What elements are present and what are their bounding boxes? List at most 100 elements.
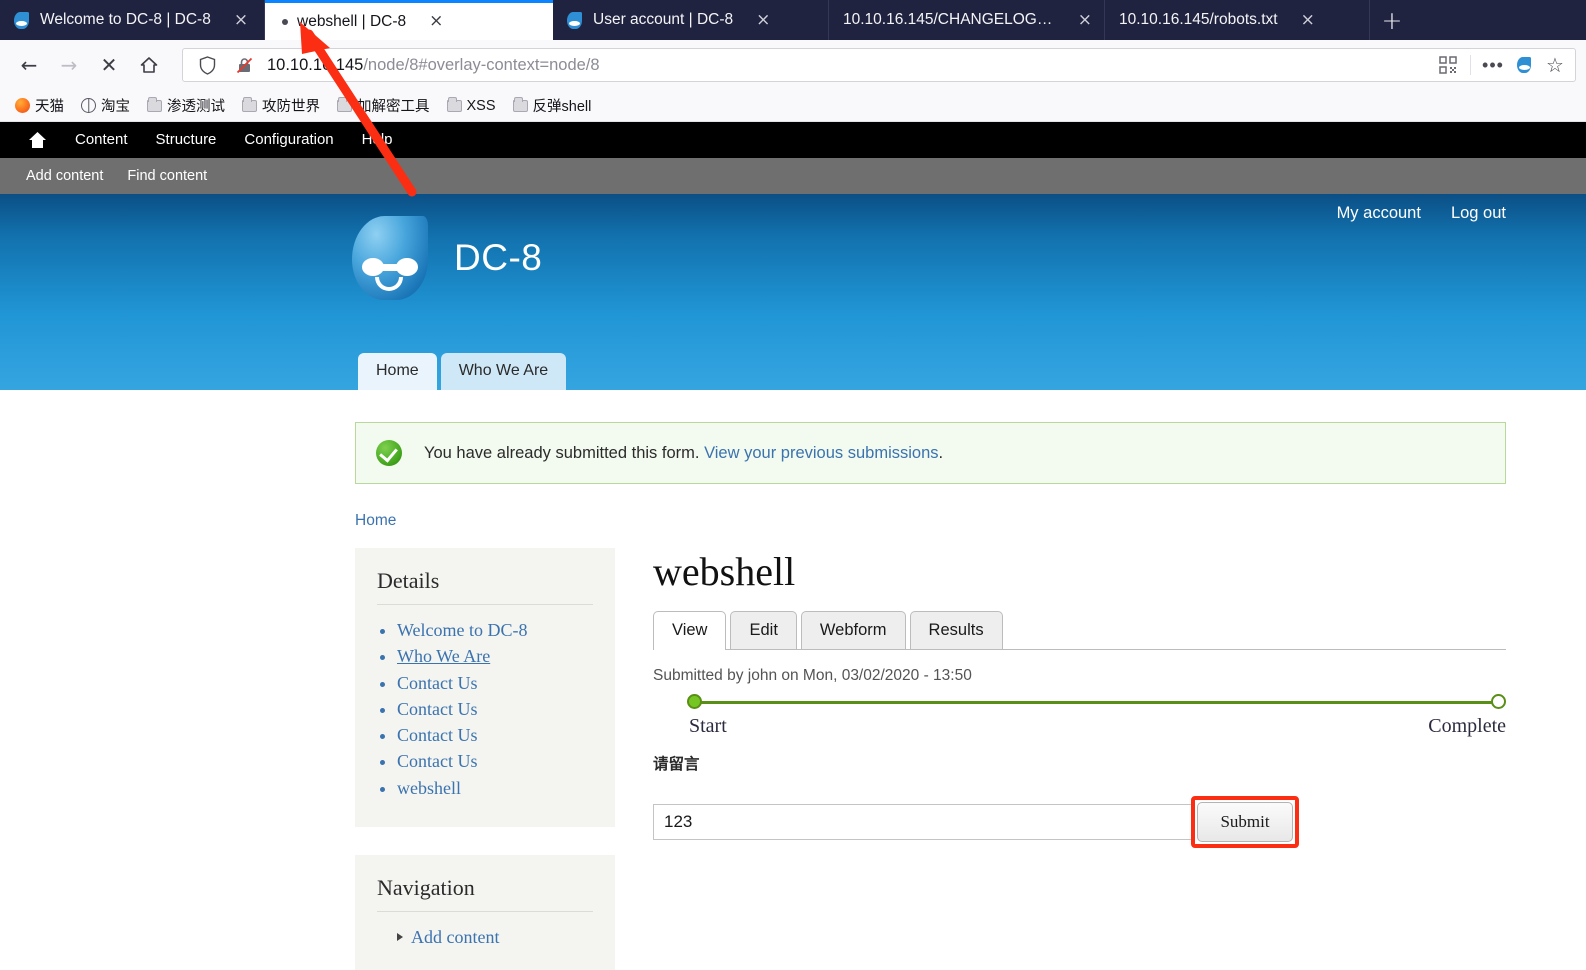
details-link[interactable]: Welcome to DC-8 (397, 620, 528, 640)
details-link[interactable]: Contact Us (397, 699, 478, 719)
nav-add-content-link[interactable]: Add content (411, 924, 499, 950)
nav-tab-home[interactable]: Home (358, 353, 437, 390)
details-link[interactable]: Who We Are (397, 646, 490, 666)
url-host: 10.10.16.145 (267, 55, 364, 74)
admin-menu-content[interactable]: Content (61, 122, 142, 158)
list-item[interactable]: Welcome to DC-8 (397, 617, 593, 643)
details-list: Welcome to DC-8 Who We Are Contact Us Co… (377, 617, 593, 801)
browser-tab-1[interactable]: Welcome to DC-8 | DC-8 × (0, 0, 265, 40)
bookmark-label: 天猫 (35, 99, 64, 115)
tab-edit[interactable]: Edit (730, 611, 797, 649)
tab-webform[interactable]: Webform (800, 611, 906, 649)
close-icon[interactable]: × (1078, 11, 1092, 29)
navigation-list: Add content (377, 924, 593, 950)
navigation-block-title: Navigation (377, 875, 593, 912)
close-icon[interactable]: × (234, 11, 248, 29)
bookmark-folder[interactable]: 渗透测试 (140, 93, 232, 118)
admin-find-content[interactable]: Find content (115, 158, 219, 194)
bookmark-folder[interactable]: XSS (440, 96, 503, 116)
drupal-droplet-icon[interactable] (1510, 52, 1538, 78)
my-account-link[interactable]: My account (1337, 204, 1421, 223)
nav-tab-who-we-are[interactable]: Who We Are (440, 353, 567, 390)
breadcrumb: Home (355, 512, 1586, 530)
folder-icon (337, 96, 352, 112)
admin-add-content[interactable]: Add content (14, 158, 115, 194)
message-field-input[interactable] (653, 804, 1193, 840)
bookmark-label: 加解密工具 (357, 99, 430, 115)
back-button[interactable]: ← (10, 48, 48, 82)
list-item[interactable]: Contact Us (397, 670, 593, 696)
list-item[interactable]: Contact Us (397, 722, 593, 748)
browser-tab-2-active[interactable]: webshell | DC-8 × (265, 0, 553, 40)
bookmark-label: 攻防世界 (262, 99, 320, 115)
home-icon[interactable] (130, 48, 168, 82)
admin-home-icon[interactable] (14, 131, 61, 149)
tab-results[interactable]: Results (909, 611, 1003, 649)
tab-title: webshell | DC-8 (297, 12, 407, 30)
insecure-crossed-padlock-icon[interactable] (230, 52, 258, 78)
address-bar-actions: ••• ☆ (1434, 52, 1569, 78)
close-icon[interactable]: × (1301, 11, 1315, 29)
tab-title: User account | DC-8 (593, 11, 734, 28)
bookmark-folder[interactable]: 攻防世界 (235, 93, 327, 118)
details-link[interactable]: webshell (397, 778, 461, 798)
success-check-icon (376, 440, 402, 466)
list-item[interactable]: Add content (397, 924, 593, 950)
site-branding[interactable]: DC-8 (352, 216, 542, 300)
status-message-text: You have already submitted this form. Vi… (424, 444, 943, 463)
log-out-link[interactable]: Log out (1451, 204, 1506, 223)
progress-label-complete: Complete (1428, 715, 1506, 737)
details-link[interactable]: Contact Us (397, 673, 478, 693)
forward-button[interactable]: → (50, 48, 88, 82)
tracking-protection-shield-icon[interactable] (193, 52, 221, 78)
bookmark-item[interactable]: 淘宝 (74, 93, 137, 118)
sidebar: Details Welcome to DC-8 Who We Are Conta… (355, 548, 615, 970)
browser-tab-3[interactable]: User account | DC-8 × (553, 0, 829, 40)
page-actions-icon[interactable]: ••• (1479, 52, 1507, 78)
url-path: /node/8#overlay-context=node/8 (363, 55, 600, 74)
page-title: webshell (653, 549, 796, 594)
navigation-toolbar: ← → ✕ 10.10.16.145/node/8#overlay-contex… (0, 40, 1586, 90)
details-block-title: Details (377, 568, 593, 605)
details-link[interactable]: Contact Us (397, 751, 478, 771)
user-links: My account Log out (1337, 204, 1506, 223)
list-item[interactable]: Who We Are (397, 643, 593, 669)
progress-node-start (687, 694, 702, 709)
navigation-block: Navigation Add content (355, 854, 615, 970)
tab-title: Welcome to DC-8 | DC-8 (40, 11, 211, 28)
breadcrumb-home[interactable]: Home (355, 512, 396, 529)
url-text[interactable]: 10.10.16.145/node/8#overlay-context=node… (267, 56, 1425, 75)
bookmark-item[interactable]: 天猫 (8, 93, 71, 118)
new-tab-button[interactable]: + (1370, 0, 1414, 40)
bookmark-star-icon[interactable]: ☆ (1541, 52, 1569, 78)
tab-strip: Welcome to DC-8 | DC-8 × webshell | DC-8… (0, 0, 1586, 40)
status-message: You have already submitted this form. Vi… (355, 422, 1506, 484)
bookmark-folder[interactable]: 加解密工具 (330, 93, 437, 118)
submit-button[interactable]: Submit (1197, 802, 1293, 842)
list-item[interactable]: webshell (397, 775, 593, 801)
details-block: Details Welcome to DC-8 Who We Are Conta… (355, 548, 615, 827)
admin-menu-structure[interactable]: Structure (142, 122, 231, 158)
submission-info: Submitted by john on Mon, 03/02/2020 - 1… (653, 667, 972, 684)
drupal-droplet-icon (14, 11, 31, 29)
admin-menu-configuration[interactable]: Configuration (230, 122, 347, 158)
details-link[interactable]: Contact Us (397, 725, 478, 745)
site-header: My account Log out DC-8 Home Who We Are (0, 194, 1586, 390)
list-item[interactable]: Contact Us (397, 696, 593, 722)
progress-node-complete (1491, 694, 1506, 709)
address-bar[interactable]: 10.10.16.145/node/8#overlay-context=node… (182, 48, 1576, 82)
bookmark-folder[interactable]: 反弹shell (506, 93, 599, 118)
submit-button-wrapper: Submit (1191, 796, 1299, 848)
previous-submissions-link[interactable]: View your previous submissions (704, 444, 938, 462)
tab-view[interactable]: View (653, 611, 727, 650)
browser-tab-5[interactable]: 10.10.16.145/robots.txt × (1105, 0, 1370, 40)
message-field-label: 请留言 (653, 756, 700, 773)
browser-tab-4[interactable]: 10.10.16.145/CHANGELOG.txt × (829, 0, 1105, 40)
stop-button[interactable]: ✕ (90, 48, 128, 82)
close-icon[interactable]: × (429, 13, 443, 30)
list-item[interactable]: Contact Us (397, 748, 593, 774)
admin-menu-help[interactable]: Help (348, 122, 407, 158)
close-icon[interactable]: × (756, 11, 770, 29)
dot-indicator-icon (282, 18, 288, 25)
qr-code-icon[interactable] (1434, 52, 1462, 78)
